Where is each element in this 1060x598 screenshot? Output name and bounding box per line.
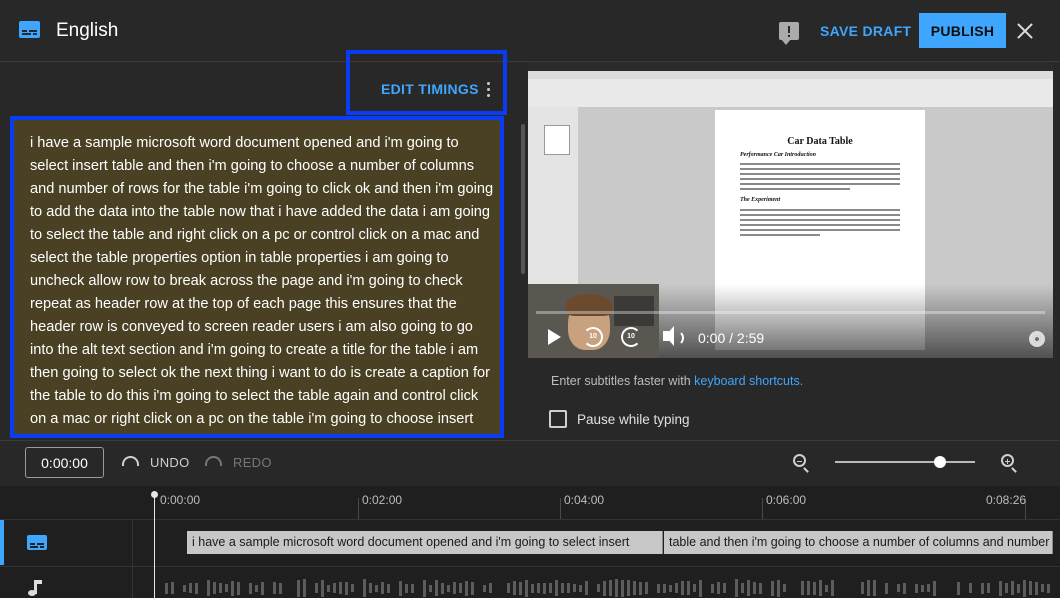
save-draft-button[interactable]: SAVE DRAFT xyxy=(808,14,923,48)
caption-segment[interactable]: i have a sample microsoft word document … xyxy=(187,531,663,554)
ruler-label: 0:06:00 xyxy=(766,493,807,507)
pause-while-typing-label[interactable]: Pause while typing xyxy=(577,412,690,427)
subtitles-icon xyxy=(27,535,47,550)
rewind-10-icon[interactable]: 10 xyxy=(583,327,603,347)
ruler-label: 0:04:00 xyxy=(564,493,605,507)
redo-button[interactable]: REDO xyxy=(233,455,272,470)
video-player[interactable]: Car Data Table Performance Car Introduct… xyxy=(528,62,1053,358)
edit-timings-button[interactable]: EDIT TIMINGS xyxy=(381,81,479,97)
word-page-thumbnail xyxy=(544,125,570,155)
zoom-slider[interactable] xyxy=(835,461,975,463)
transcript-text[interactable]: i have a sample microsoft word document … xyxy=(30,132,496,431)
zoom-in-icon[interactable] xyxy=(1001,454,1014,467)
feedback-icon[interactable] xyxy=(779,22,799,45)
active-track-indicator xyxy=(0,520,4,565)
undo-button[interactable]: UNDO xyxy=(150,455,189,470)
zoom-out-icon[interactable] xyxy=(793,454,806,467)
redo-icon[interactable] xyxy=(205,456,222,466)
gear-icon[interactable] xyxy=(1029,331,1045,347)
ruler-label: 0:00:00 xyxy=(160,493,201,507)
play-icon[interactable] xyxy=(548,329,561,345)
mac-menu-bar xyxy=(528,62,1053,71)
playhead-handle[interactable] xyxy=(151,491,158,498)
timecode-input[interactable] xyxy=(25,447,104,478)
transcript-textarea[interactable]: i have a sample microsoft word document … xyxy=(10,116,504,438)
video-progress-bar[interactable] xyxy=(536,311,1045,314)
language-title: English xyxy=(56,20,119,41)
pause-while-typing-checkbox[interactable] xyxy=(549,410,567,428)
undo-icon[interactable] xyxy=(122,456,139,466)
timeline-ruler[interactable] xyxy=(0,486,1060,519)
forward-10-icon[interactable]: 10 xyxy=(621,327,641,347)
transcript-scrollbar[interactable] xyxy=(521,124,525,274)
caption-segment[interactable]: table and then i'm going to choose a num… xyxy=(664,531,1053,554)
publish-button[interactable]: PUBLISH xyxy=(919,13,1006,48)
video-time: 0:00 / 2:59 xyxy=(698,330,765,346)
doc-heading: The Experiment xyxy=(740,197,781,203)
playhead[interactable] xyxy=(154,494,155,598)
keyboard-shortcuts-link[interactable]: keyboard shortcuts. xyxy=(694,374,803,388)
word-ribbon-tabs xyxy=(528,71,1053,79)
doc-heading: Performance Car Introduction xyxy=(740,152,817,158)
ruler-label: 0:02:00 xyxy=(362,493,403,507)
music-note-icon xyxy=(28,580,42,596)
shortcuts-hint: Enter subtitles faster with keyboard sho… xyxy=(551,374,804,388)
audio-track xyxy=(0,566,1060,598)
close-icon[interactable] xyxy=(1014,20,1036,42)
subtitles-icon xyxy=(19,21,40,38)
more-options-icon[interactable] xyxy=(487,82,491,98)
doc-title: Car Data Table xyxy=(787,136,853,147)
volume-icon[interactable] xyxy=(663,326,684,346)
ruler-label: 0:08:26 xyxy=(986,493,1027,507)
zoom-slider-handle[interactable] xyxy=(934,456,946,468)
